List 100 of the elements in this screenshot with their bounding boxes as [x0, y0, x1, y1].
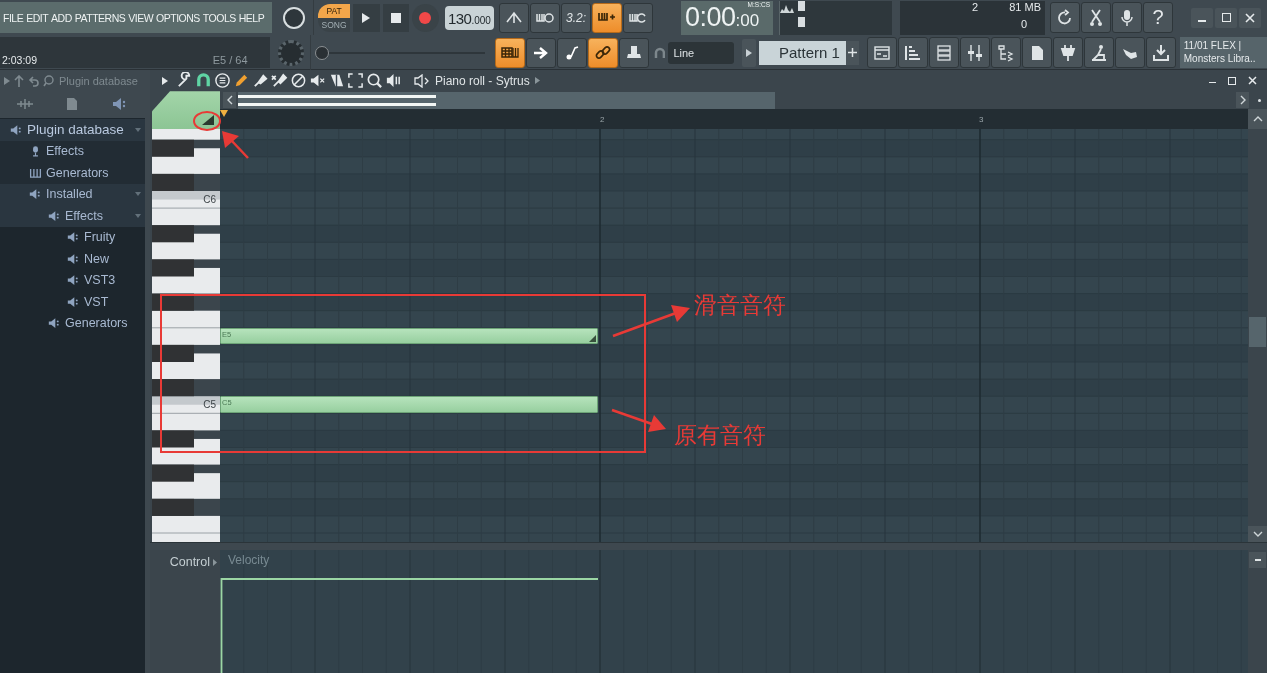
caret-icon[interactable]	[213, 559, 217, 566]
news-panel[interactable]: 11/01 FLEX | Monsters Libra..	[1179, 37, 1267, 68]
play-button[interactable]	[353, 3, 380, 32]
toolbar-button[interactable]	[618, 37, 649, 68]
note-preview-tab[interactable]	[152, 91, 220, 130]
piano-keyboard[interactable]	[152, 129, 220, 543]
playback-icon[interactable]	[385, 72, 402, 90]
up-arrow-icon[interactable]	[14, 75, 24, 87]
snap-dropdown[interactable]: Line	[668, 41, 734, 64]
tree-item[interactable]: Installed	[0, 183, 145, 205]
options-arrow-icon[interactable]	[162, 76, 168, 85]
highlight-circle	[193, 111, 221, 131]
menu-item[interactable]: HELP	[238, 11, 265, 24]
waveform-icon[interactable]	[16, 98, 33, 110]
speaker-plug-icon	[48, 209, 61, 222]
toolbar-button[interactable]	[1112, 2, 1142, 33]
tree-item[interactable]: Effects	[0, 205, 145, 227]
toolbar-button[interactable]	[556, 37, 587, 68]
select-icon[interactable]	[347, 72, 364, 90]
restore-button[interactable]	[1215, 7, 1237, 28]
expand-arrow-icon[interactable]	[4, 77, 10, 85]
delete-tool-icon[interactable]	[271, 72, 288, 90]
folder-tree-icon	[996, 43, 1015, 62]
toolbar-button[interactable]	[1050, 2, 1080, 33]
zoom-out-button[interactable]	[1249, 552, 1266, 568]
brush-icon[interactable]	[252, 72, 269, 90]
scroll-right-button[interactable]	[1236, 92, 1249, 109]
menu-item[interactable]: TOOLS	[202, 11, 236, 24]
speaker-icon[interactable]	[414, 73, 430, 88]
toolbar-button[interactable]	[1114, 37, 1145, 68]
stop-button[interactable]	[382, 3, 410, 32]
velocity-line-drawing[interactable]	[220, 578, 600, 673]
pattern-selector[interactable]: Pattern 1	[758, 40, 846, 65]
wrench-icon[interactable]	[176, 72, 193, 90]
tree-item[interactable]: Generators	[0, 162, 145, 184]
vertical-scrollbar-thumb[interactable]	[1249, 317, 1266, 348]
slide-flag-icon[interactable]	[589, 335, 596, 343]
scroll-up-button[interactable]	[1248, 109, 1267, 130]
tree-item[interactable]: Plugin database	[0, 119, 145, 141]
menu-item[interactable]: OPTIONS	[156, 11, 200, 24]
toolbar-button[interactable]	[866, 37, 897, 68]
horizontal-scrollbar-thumb[interactable]	[238, 91, 775, 109]
key-label: C5	[203, 398, 216, 412]
chevron-right-icon	[1239, 95, 1246, 106]
toolbar-button[interactable]	[592, 2, 622, 33]
search-icon[interactable]	[43, 75, 55, 87]
toolbar-button[interactable]	[1145, 37, 1176, 68]
speaker-plug-icon	[67, 295, 80, 308]
slice-icon[interactable]	[328, 72, 345, 90]
toolbar-button[interactable]	[959, 37, 990, 68]
mute-icon[interactable]	[290, 72, 307, 90]
minimize-button[interactable]	[1191, 7, 1213, 28]
note-grid[interactable]	[220, 129, 1248, 543]
key-label: C6	[203, 193, 216, 207]
expand-caret-icon[interactable]	[135, 127, 141, 132]
toolbar-button[interactable]	[897, 37, 928, 68]
toolbar-button[interactable]	[494, 37, 525, 68]
slider-thumb[interactable]	[315, 45, 330, 60]
caret-icon[interactable]	[534, 77, 540, 85]
toolbar-button[interactable]	[1052, 37, 1083, 68]
toolbar-button[interactable]	[1083, 37, 1114, 68]
pattern-arrow-button[interactable]	[741, 38, 756, 67]
volume-knob[interactable]	[283, 6, 305, 29]
menu-icon[interactable]	[214, 72, 231, 90]
expand-caret-icon[interactable]	[135, 192, 141, 197]
time-ruler[interactable]: 2 3	[220, 109, 1248, 130]
close-button[interactable]	[1239, 7, 1261, 28]
help-button[interactable]: ?	[1143, 2, 1173, 33]
control-label[interactable]: Control	[169, 555, 210, 569]
scroll-left-button[interactable]	[223, 92, 236, 109]
toolbar-button[interactable]	[928, 37, 959, 68]
toolbar-button[interactable]	[1021, 37, 1052, 68]
toolbar-button[interactable]	[587, 37, 618, 68]
menu-item[interactable]: VIEW	[128, 11, 154, 24]
speaker-plug-icon	[67, 231, 80, 244]
toolbar-button[interactable]	[525, 37, 556, 68]
undo-icon[interactable]	[28, 75, 39, 87]
menu-item[interactable]: ADD	[51, 11, 72, 24]
toolbar-button[interactable]	[623, 2, 653, 33]
toolbar-button[interactable]	[530, 2, 560, 33]
channel-rack-icon	[903, 43, 922, 62]
scroll-down-button[interactable]	[1248, 526, 1267, 543]
menu-item[interactable]: EDIT	[26, 11, 49, 24]
pat-song-switch[interactable]: PAT SONG	[318, 3, 351, 32]
slide-triangle-icon[interactable]	[202, 115, 214, 126]
countdown-button[interactable]: 3.2:	[561, 2, 591, 33]
menu-item[interactable]: PATTERNS	[74, 11, 126, 24]
tempo-field[interactable]: 130.000	[444, 5, 494, 30]
document-icon[interactable]	[66, 97, 79, 111]
toolbar-button[interactable]	[1081, 2, 1111, 33]
close-icon	[1245, 12, 1255, 23]
meter-bar	[798, 0, 805, 27]
close-icon	[1247, 76, 1257, 86]
speaker-plug-icon	[10, 123, 23, 136]
toolbar-button[interactable]	[499, 2, 529, 33]
toolbar-button[interactable]	[990, 37, 1021, 68]
tree-item[interactable]: Effects	[0, 140, 145, 162]
zoom-icon[interactable]	[366, 72, 383, 90]
menu-item[interactable]: FILE	[3, 11, 24, 24]
expand-caret-icon[interactable]	[135, 213, 141, 218]
